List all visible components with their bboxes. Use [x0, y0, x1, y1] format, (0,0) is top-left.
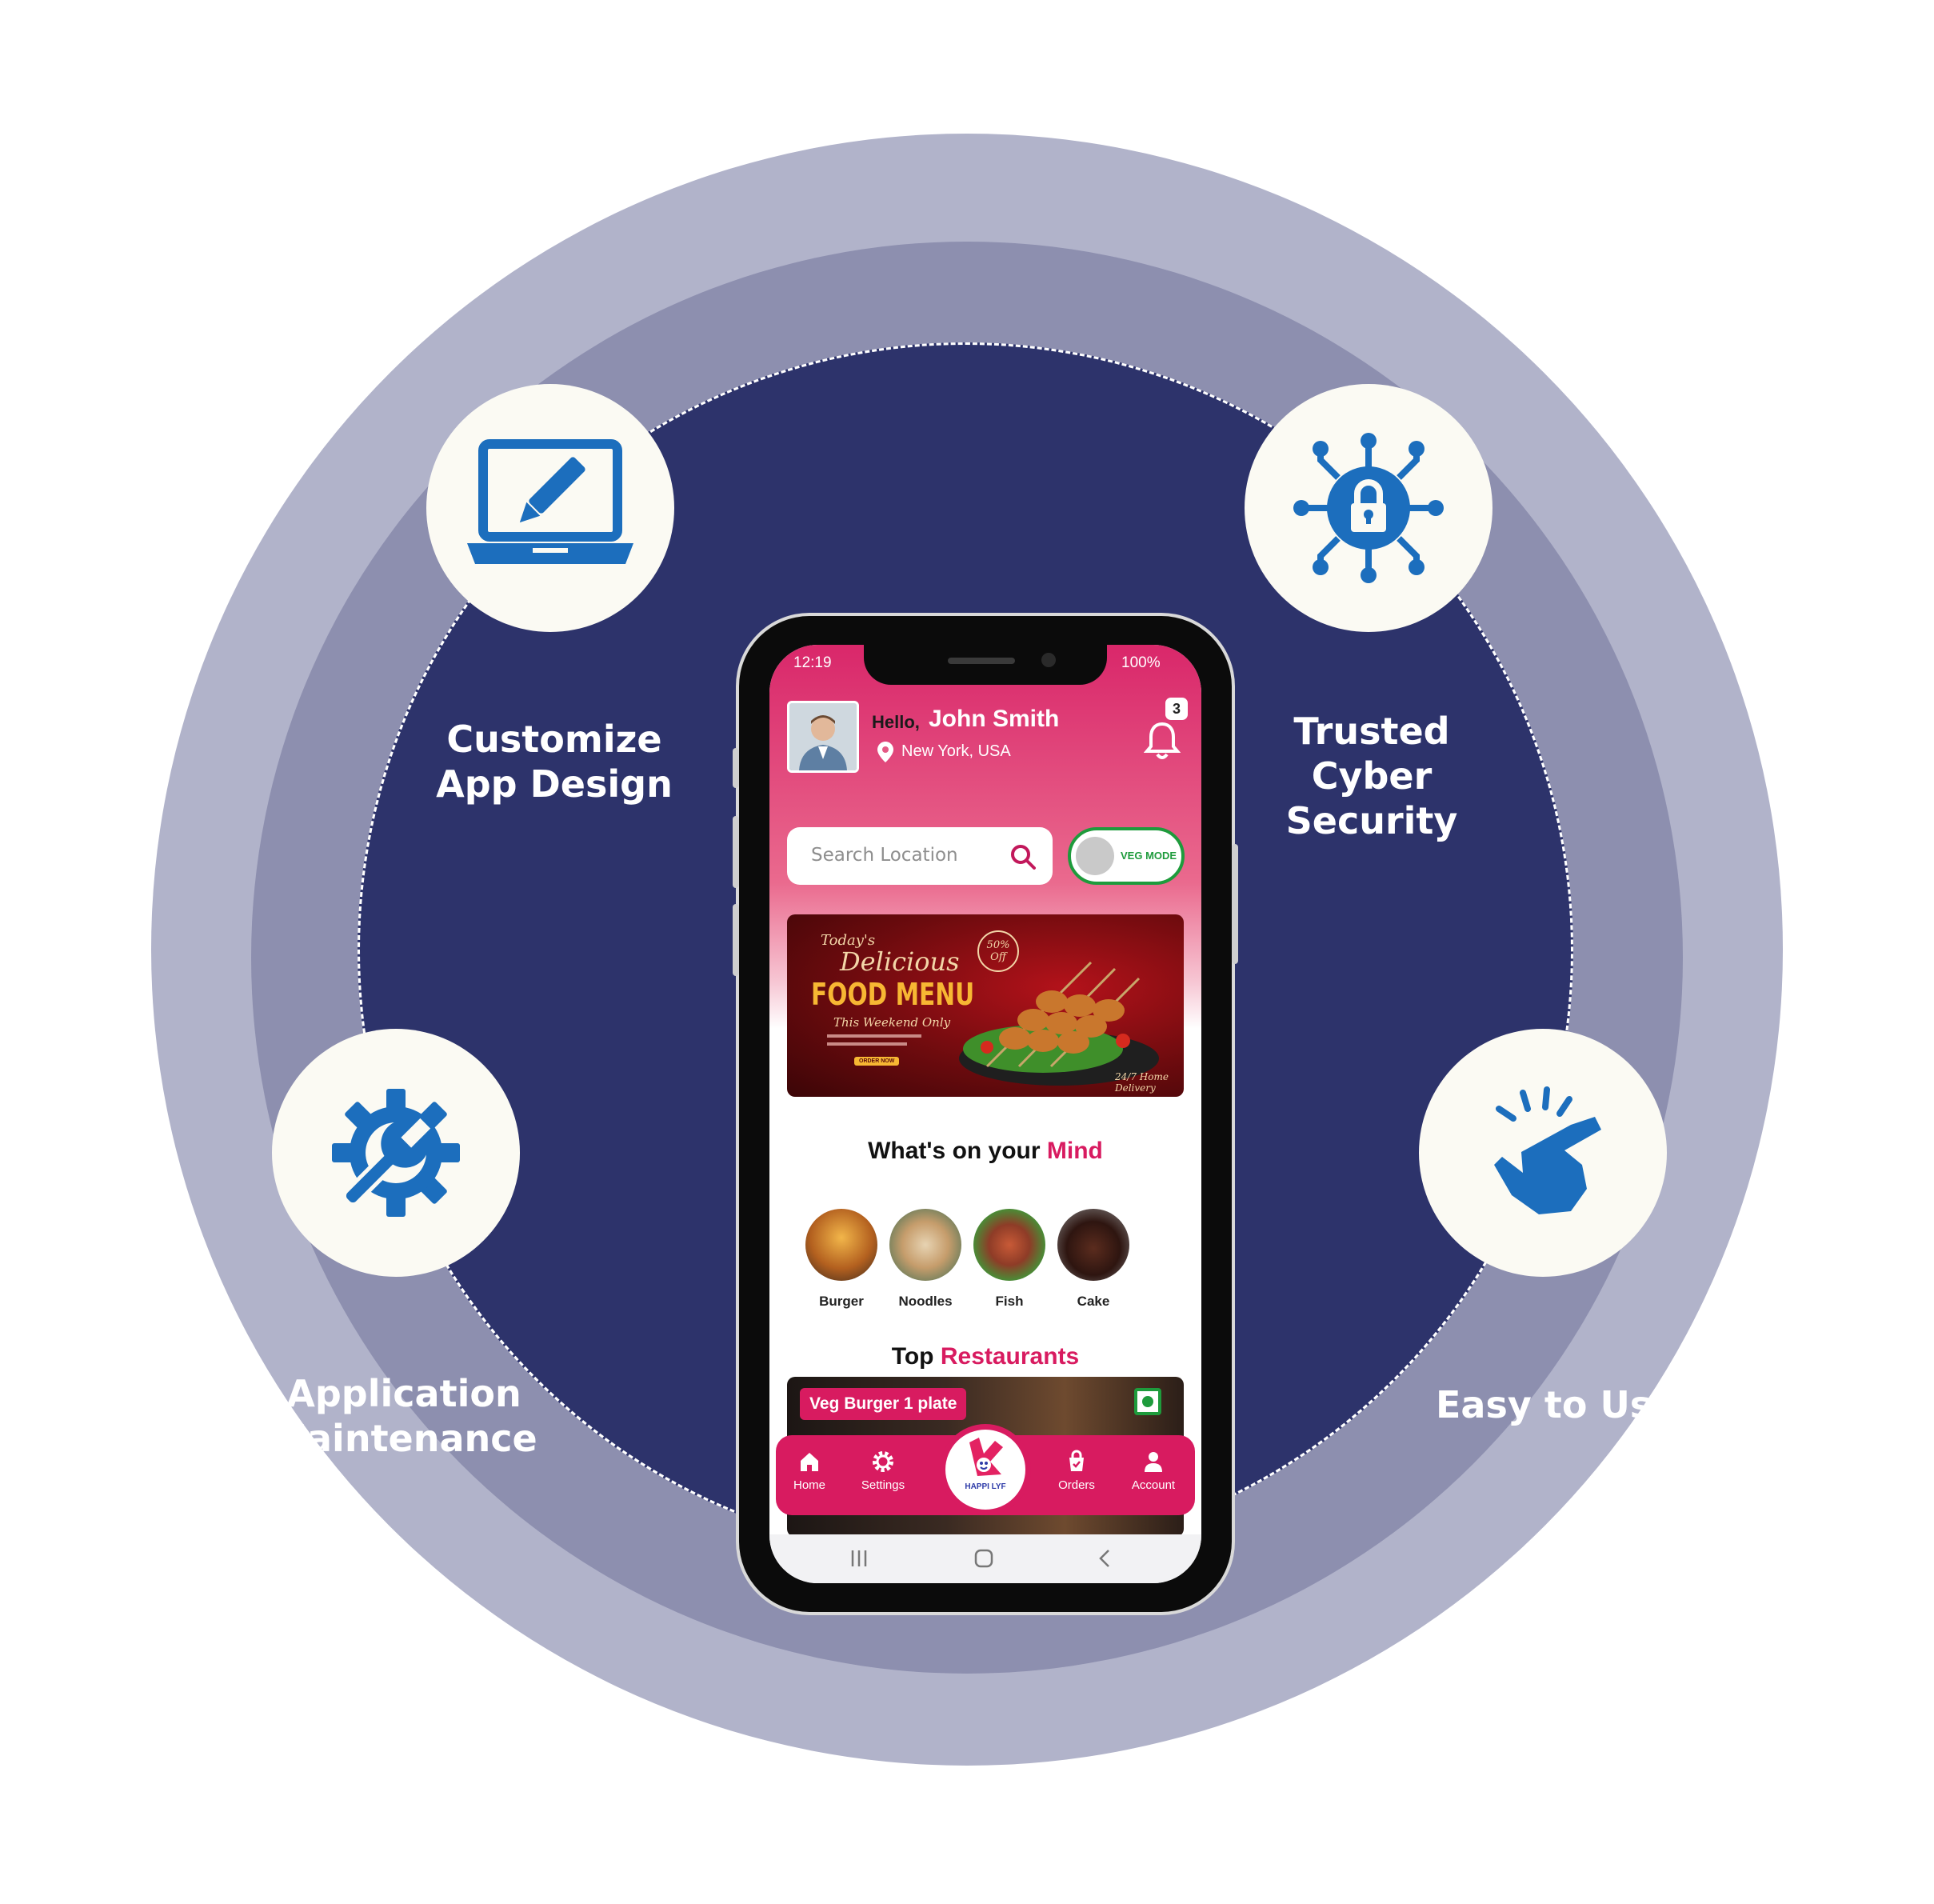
nav-orders[interactable]: Orders	[1045, 1450, 1109, 1492]
veg-mode-toggle[interactable]: VEG MODE	[1068, 827, 1185, 885]
system-navigation-bar	[769, 1534, 1201, 1583]
mind-title-prefix: What's on your	[868, 1138, 1041, 1164]
recent-apps-icon[interactable]	[848, 1547, 870, 1570]
banner-footer: 24/7 Home Delivery	[1115, 1071, 1169, 1094]
maintenance-label: Application Maintenance	[270, 1372, 537, 1460]
phone-volume-up	[733, 816, 739, 888]
restaurants-title-prefix: Top	[891, 1343, 934, 1370]
easy-label: Easy to Use	[1436, 1383, 1677, 1426]
system-home-icon[interactable]	[973, 1547, 995, 1570]
user-location[interactable]: New York, USA	[901, 742, 1011, 761]
category-fish[interactable]: Fish	[973, 1209, 1045, 1310]
veg-mode-label: VEG MODE	[1121, 850, 1177, 862]
nav-account[interactable]: Account	[1121, 1450, 1185, 1492]
promo-banner[interactable]: Today's Delicious FOOD MENU This Weekend…	[787, 914, 1184, 1097]
toggle-knob	[1076, 837, 1114, 875]
bottom-navigation: Home Settings HAPPI LYF Orders Account	[776, 1424, 1195, 1515]
veg-indicator-icon	[1134, 1388, 1161, 1415]
nav-orders-label: Orders	[1058, 1478, 1095, 1492]
search-icon[interactable]	[1009, 843, 1037, 870]
category-label: Burger	[819, 1294, 864, 1309]
maintenance-feature-circle	[272, 1029, 520, 1277]
laptop-edit-icon	[467, 439, 633, 564]
nav-home[interactable]: Home	[777, 1450, 841, 1492]
bell-icon[interactable]	[1144, 719, 1181, 761]
notification-badge: 3	[1165, 698, 1188, 720]
nav-home-logo-button[interactable]: HAPPI LYF	[940, 1424, 1031, 1515]
back-icon[interactable]	[1094, 1547, 1117, 1570]
greeting-text: Hello,	[872, 712, 920, 732]
security-label: Trusted Cyber Security	[1285, 710, 1458, 842]
customize-feature-circle	[426, 384, 674, 632]
banner-line4: This Weekend Only	[833, 1015, 951, 1030]
nav-home-label: Home	[793, 1478, 825, 1492]
category-label: Cake	[1077, 1294, 1110, 1309]
gear-wrench-icon	[332, 1089, 460, 1217]
account-person-icon	[1145, 1452, 1162, 1472]
phone-mockup: 12:19 100% Hello, John Smith New York, U…	[733, 616, 1238, 1612]
customize-label: Customize App Design	[436, 718, 673, 806]
nav-account-label: Account	[1131, 1478, 1176, 1492]
kebab-plate-image	[959, 961, 1159, 1086]
noodles-image	[889, 1209, 961, 1281]
nav-settings[interactable]: Settings	[851, 1450, 915, 1492]
phone-side-button	[733, 748, 739, 788]
banner-fine-print	[827, 1034, 921, 1038]
category-cake[interactable]: Cake	[1057, 1209, 1129, 1310]
category-label: Fish	[995, 1294, 1024, 1309]
restaurants-section-title: Top Restaurants	[769, 1343, 1201, 1370]
phone-volume-down	[733, 904, 739, 976]
fish-image	[973, 1209, 1045, 1281]
category-burger[interactable]: Burger	[805, 1209, 877, 1310]
settings-gear-icon	[873, 1451, 893, 1472]
nav-settings-label: Settings	[861, 1478, 905, 1492]
person-photo-icon	[789, 703, 857, 770]
category-label: Noodles	[898, 1294, 953, 1309]
avatar[interactable]	[787, 701, 859, 773]
security-feature-circle	[1245, 384, 1492, 632]
logo-text: HAPPI LYF	[965, 1482, 1006, 1491]
easy-feature-circle	[1419, 1029, 1667, 1277]
tap-hand-icon	[1494, 1086, 1601, 1214]
status-time: 12:19	[793, 654, 832, 671]
front-camera	[1041, 653, 1056, 667]
category-noodles[interactable]: Noodles	[889, 1209, 961, 1310]
user-name: John Smith	[929, 706, 1060, 732]
banner-line3: FOOD MENU	[811, 977, 975, 1012]
restaurant-tag: Veg Burger 1 plate	[800, 1388, 967, 1420]
restaurants-title-accent: Restaurants	[940, 1343, 1080, 1370]
status-battery: 100%	[1121, 654, 1161, 671]
happi-lyf-logo: HAPPI LYF	[945, 1430, 1025, 1510]
location-pin-icon	[877, 742, 893, 762]
search-box[interactable]	[787, 827, 1053, 885]
order-now-button[interactable]: ORDER NOW	[854, 1057, 900, 1066]
banner-fine-print	[827, 1042, 907, 1046]
lock-network-icon	[1293, 433, 1444, 583]
app-screen: 12:19 100% Hello, John Smith New York, U…	[769, 645, 1201, 1583]
cake-image	[1057, 1209, 1129, 1281]
banner-line2: Delicious	[840, 946, 960, 977]
phone-power-button	[1232, 844, 1238, 964]
phone-notch	[864, 645, 1107, 685]
mind-title-accent: Mind	[1046, 1138, 1103, 1164]
speaker-grille	[948, 658, 1015, 664]
logo-mascot-icon	[969, 1438, 1003, 1476]
orders-bag-icon	[1069, 1450, 1084, 1471]
mind-section-title: What's on your Mind	[769, 1138, 1201, 1165]
burger-image	[805, 1209, 877, 1281]
home-icon	[801, 1453, 818, 1471]
search-input[interactable]	[811, 845, 987, 866]
